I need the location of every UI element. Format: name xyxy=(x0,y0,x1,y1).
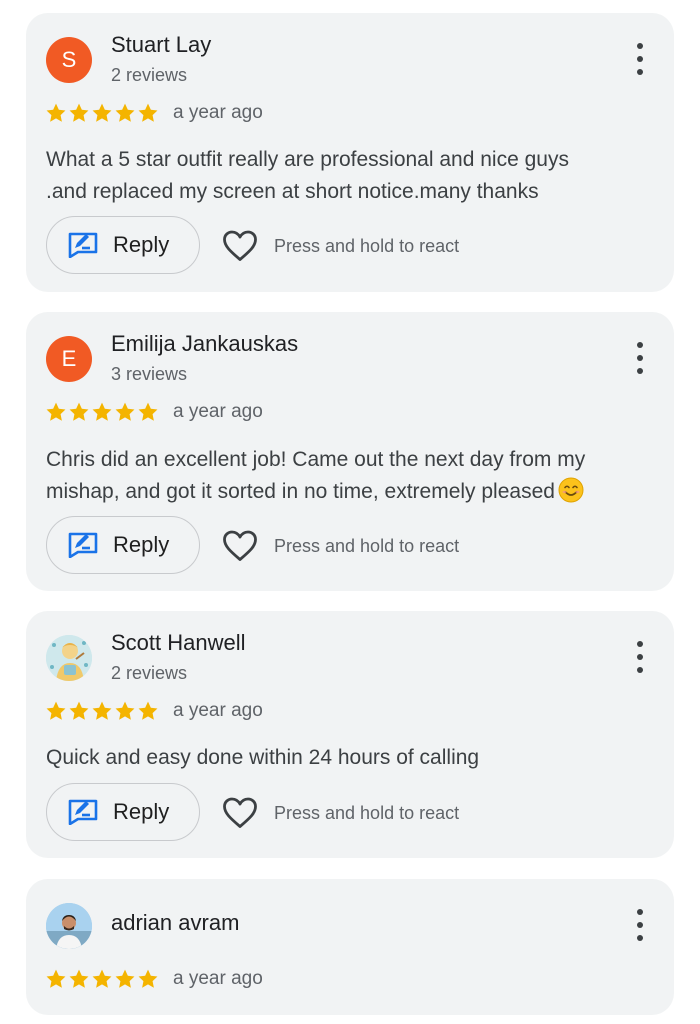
review-card: E Emilija Jankauskas 3 reviews a year ag… xyxy=(26,312,674,591)
heart-outline-icon xyxy=(222,797,258,829)
reviewer-review-count: 2 reviews xyxy=(111,65,188,85)
review-text-segment: mishap, and got it sorted in no time, ex… xyxy=(46,480,555,503)
reply-edit-icon xyxy=(68,232,98,258)
review-text: What a 5 star outfit really are professi… xyxy=(46,144,656,208)
heart-outline-icon xyxy=(222,530,258,562)
star-icon xyxy=(91,700,114,722)
star-icon xyxy=(45,401,68,423)
profile-photo-illustration-icon xyxy=(46,635,92,681)
avatar[interactable] xyxy=(46,903,92,949)
reply-button[interactable]: Reply xyxy=(46,516,200,574)
review-text: Chris did an excellent job! Came out the… xyxy=(46,444,656,508)
rating-row: a year ago xyxy=(45,102,263,124)
star-rating xyxy=(45,401,160,423)
reviewer-name[interactable]: Scott Hanwell xyxy=(111,630,246,656)
star-icon xyxy=(137,700,160,722)
review-text-line: What a 5 star outfit really are professi… xyxy=(46,148,569,171)
star-icon xyxy=(68,968,91,990)
star-icon xyxy=(114,401,137,423)
more-options-icon[interactable] xyxy=(632,641,648,673)
star-icon xyxy=(91,968,114,990)
review-time: a year ago xyxy=(173,102,263,123)
star-icon xyxy=(45,968,68,990)
react-button[interactable]: Press and hold to react xyxy=(222,797,459,829)
star-icon xyxy=(91,401,114,423)
reply-label: Reply xyxy=(113,232,170,257)
star-icon xyxy=(68,700,91,722)
reply-edit-icon xyxy=(68,799,98,825)
profile-photo-person-icon xyxy=(46,903,92,949)
review-time: a year ago xyxy=(173,700,263,721)
review-text-line: .and replaced my screen at short notice.… xyxy=(46,180,539,203)
reply-button[interactable]: Reply xyxy=(46,216,200,274)
star-rating xyxy=(45,968,160,990)
react-button[interactable]: Press and hold to react xyxy=(222,230,459,262)
star-icon xyxy=(114,700,137,722)
reviewer-review-count: 3 reviews xyxy=(111,364,188,384)
reply-label: Reply xyxy=(113,799,170,824)
star-icon xyxy=(45,700,68,722)
star-icon xyxy=(137,968,160,990)
react-label: Press and hold to react xyxy=(274,235,460,256)
rating-row: a year ago xyxy=(45,968,263,990)
star-rating xyxy=(45,102,160,124)
avatar[interactable]: S xyxy=(46,37,92,83)
review-card: S Stuart Lay 2 reviews a year ago What a… xyxy=(26,13,674,292)
review-time: a year ago xyxy=(173,968,263,989)
review-text-line: Quick and easy done within 24 hours of c… xyxy=(46,746,480,769)
star-icon xyxy=(68,102,91,124)
more-options-icon[interactable] xyxy=(632,43,648,75)
more-options-icon[interactable] xyxy=(632,342,648,374)
avatar-letter: E xyxy=(61,346,77,371)
avatar[interactable] xyxy=(46,635,92,681)
star-icon xyxy=(68,401,91,423)
heart-outline-icon xyxy=(222,230,258,262)
review-text-line: mishap, and got it sorted in no time, ex… xyxy=(46,476,656,508)
react-label: Press and hold to react xyxy=(274,802,460,823)
review-time: a year ago xyxy=(173,401,263,422)
review-card: adrian avram a year ago xyxy=(26,879,674,1015)
react-label: Press and hold to react xyxy=(274,535,460,556)
star-icon xyxy=(114,968,137,990)
review-card: Scott Hanwell 2 reviews a year ago Quick… xyxy=(26,611,674,858)
reviewer-name[interactable]: Emilija Jankauskas xyxy=(111,331,298,357)
reply-button[interactable]: Reply xyxy=(46,783,200,841)
star-icon xyxy=(91,102,114,124)
reviewer-name[interactable]: adrian avram xyxy=(111,910,239,936)
star-icon xyxy=(45,102,68,124)
star-icon xyxy=(137,401,160,423)
reviewer-name[interactable]: Stuart Lay xyxy=(111,32,211,58)
review-text: Quick and easy done within 24 hours of c… xyxy=(46,742,656,774)
star-icon xyxy=(137,102,160,124)
reply-label: Reply xyxy=(113,532,170,557)
react-button[interactable]: Press and hold to react xyxy=(222,530,459,562)
rating-row: a year ago xyxy=(45,700,263,722)
star-icon xyxy=(114,102,137,124)
smiling-face-emoji-icon xyxy=(558,477,584,503)
avatar-letter: S xyxy=(61,47,77,72)
star-rating xyxy=(45,700,160,722)
rating-row: a year ago xyxy=(45,401,263,423)
review-text-line: Chris did an excellent job! Came out the… xyxy=(46,448,586,471)
more-options-icon[interactable] xyxy=(632,909,648,941)
reply-edit-icon xyxy=(68,532,98,558)
reviewer-review-count: 2 reviews xyxy=(111,663,188,683)
avatar[interactable]: E xyxy=(46,336,92,382)
